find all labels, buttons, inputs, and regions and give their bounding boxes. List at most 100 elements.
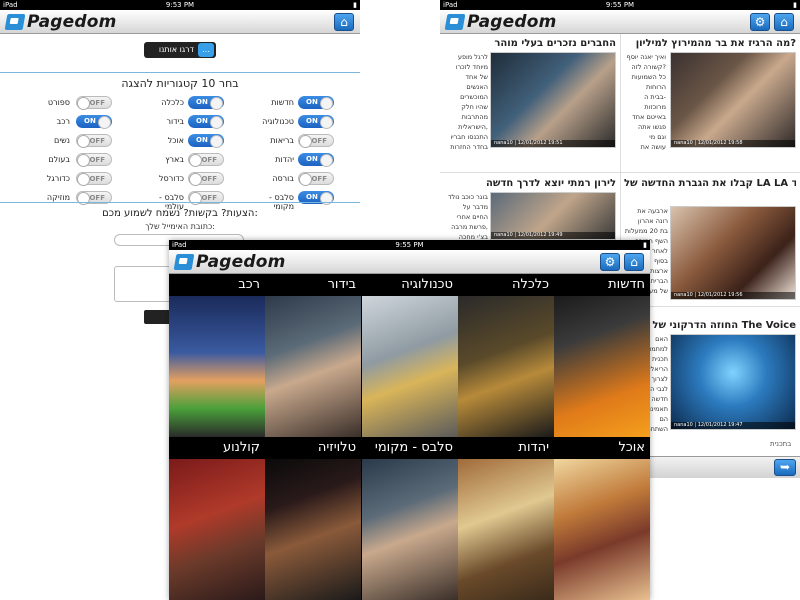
clock: 9:55 PM (395, 241, 424, 249)
category-label: בארץ (165, 155, 184, 164)
category-toggle[interactable]: ON (188, 115, 224, 129)
settings-button[interactable]: ⚙ (600, 253, 620, 271)
category-label: ספורט (47, 98, 70, 107)
clock: 9:55 PM (605, 1, 635, 9)
article-image[interactable]: nana10 | 12/01/2012 19:49 (490, 192, 616, 240)
category-tile-image (458, 459, 554, 600)
app-logo: Pagedom (173, 252, 286, 272)
category-tile[interactable]: בידור (265, 274, 361, 437)
category-toggle[interactable]: ON (76, 115, 112, 129)
category-toggle[interactable]: OFF (188, 172, 224, 186)
article-caption: nana10 | 12/01/2012 19:47 (671, 422, 795, 429)
home-button[interactable]: ⌂ (624, 253, 644, 271)
category-tile[interactable]: יהדות (458, 437, 554, 600)
article-caption: nana10 | 12/01/2012 19:51 (491, 140, 615, 147)
category-toggle[interactable]: OFF (76, 153, 112, 167)
category-label: אוכל (167, 136, 184, 145)
category-label: כלכלה (161, 98, 184, 107)
category-tile-image (265, 459, 361, 600)
article-image[interactable]: nana10 | 12/01/2012 19:58 (670, 52, 796, 148)
category-toggle[interactable]: ON (298, 96, 334, 110)
logo-icon (444, 14, 466, 30)
category-toggle[interactable]: ON (188, 96, 224, 110)
battery-icon: ▮ (643, 241, 647, 249)
category-toggle[interactable]: OFF (188, 153, 224, 167)
home-icon: ⌂ (340, 15, 348, 29)
category-toggle[interactable]: OFF (76, 96, 112, 110)
rate-us-button[interactable]: דרגו אותנו … (144, 42, 216, 58)
category-tile-label: יהדות (458, 437, 554, 459)
category-tile-label: טכנולוגיה (362, 274, 458, 296)
category-label: נשים (54, 136, 70, 145)
status-bar: iPad 9:53 PM ▮ (0, 0, 360, 10)
article-image[interactable]: nana10 | 12/01/2012 19:56 (670, 206, 796, 300)
category-tile[interactable]: טכנולוגיה (362, 274, 458, 437)
article-image[interactable]: nana10 | 12/01/2012 19:47 (670, 334, 796, 430)
category-tile[interactable]: חדשות (554, 274, 650, 437)
category-toggle[interactable]: OFF (76, 134, 112, 148)
categories-title: בחר 10 קטגוריות להצגה (121, 77, 239, 90)
article-caption: nana10 | 12/01/2012 19:58 (671, 140, 795, 147)
category-grid: חדשות כלכלה טכנולוגיה בידור רכב אוכל יהדות סלבס… (169, 274, 650, 600)
category-tile-image (554, 459, 650, 600)
composite-screenshot: iPad 9:53 PM ▮ Pagedom ⌂ דרגו אותנו … בח… (0, 0, 800, 600)
category-label: חדשות (271, 98, 294, 107)
gear-icon: ⚙ (604, 255, 616, 269)
article-title[interactable]: מה הרגיז את בר מהמירוץ למיליון? (624, 38, 796, 49)
home-button[interactable]: ⌂ (334, 13, 354, 31)
article-image[interactable]: nana10 | 12/01/2012 19:51 (490, 52, 616, 148)
category-tile[interactable]: טלויזיה (265, 437, 361, 600)
category-grid-screen: iPad 9:55 PM ▮ Pagedom ⚙ ⌂ חדשות כלכלה טכנ… (169, 240, 650, 600)
category-tile-image (265, 296, 361, 437)
category-tile[interactable]: סלבס - מקומי (362, 437, 458, 600)
category-tile-label: אוכל (554, 437, 650, 459)
nav-bar: Pagedom ⌂ (0, 10, 360, 34)
article-caption: nana10 | 12/01/2012 19:49 (491, 232, 615, 239)
gear-icon: ⚙ (754, 15, 766, 29)
nav-bar: Pagedom ⚙ ⌂ (169, 250, 650, 274)
battery-icon: ▮ (353, 1, 357, 9)
category-toggle[interactable]: ON (298, 153, 334, 167)
more-label: בתכנית (770, 440, 792, 448)
category-label: בורסה (272, 174, 294, 183)
article-title[interactable]: החברים נזכרים בעלי מוהר (444, 38, 616, 49)
category-label: יהדות (275, 155, 294, 164)
article-excerpt: בוגר כוכב נולד מדבר על החיים אחרי פרשת מ… (447, 193, 488, 241)
suggestions-title: הצעות? בקשות? נשמח לשמוע מכם: (102, 208, 258, 219)
app-logo: Pagedom (444, 12, 557, 32)
email-label: כתובת האימייל שלך: (145, 222, 215, 231)
status-bar: iPad 9:55 PM ▮ (169, 240, 650, 250)
row-divider (440, 172, 800, 173)
category-tile-image (362, 296, 458, 437)
category-tile-label: בידור (265, 274, 361, 296)
divider (0, 202, 360, 203)
category-tile-image (554, 296, 650, 437)
category-tile[interactable]: רכב (169, 274, 265, 437)
category-tile-image (362, 459, 458, 600)
category-toggle[interactable]: ON (298, 115, 334, 129)
category-tile-image (458, 296, 554, 437)
message-textarea[interactable] (114, 266, 174, 302)
category-tile[interactable]: אוכל (554, 437, 650, 600)
category-tile[interactable]: כלכלה (458, 274, 554, 437)
clock: 9:53 PM (165, 1, 195, 9)
settings-button[interactable]: ⚙ (750, 13, 770, 31)
category-toggle[interactable]: OFF (76, 172, 112, 186)
category-tile-image (169, 459, 265, 600)
category-tile-image (169, 296, 265, 437)
category-toggle[interactable]: ON (188, 134, 224, 148)
category-tile[interactable]: קולנוע (169, 437, 265, 600)
battery-icon: ▮ (793, 1, 797, 9)
article-title[interactable]: לירון רמתי יוצא לדרך חדשה (444, 178, 616, 189)
article-title[interactable]: קבלו את הגברת החדשה של LA LA לנד (624, 178, 796, 189)
app-logo: Pagedom (4, 12, 117, 32)
category-tile-label: טלויזיה (265, 437, 361, 459)
category-toggle[interactable]: OFF (298, 134, 334, 148)
article-excerpt: ואיך יאנה יוסף קשורה לזה? כל השמועות הרו… (626, 53, 666, 151)
home-icon: ⌂ (780, 15, 788, 29)
home-button[interactable]: ⌂ (774, 13, 794, 31)
category-toggle[interactable]: OFF (298, 172, 334, 186)
back-button[interactable]: ➥ (774, 459, 796, 476)
category-tile-label: סלבס - מקומי (362, 437, 458, 459)
app-name: Pagedom (196, 252, 286, 272)
